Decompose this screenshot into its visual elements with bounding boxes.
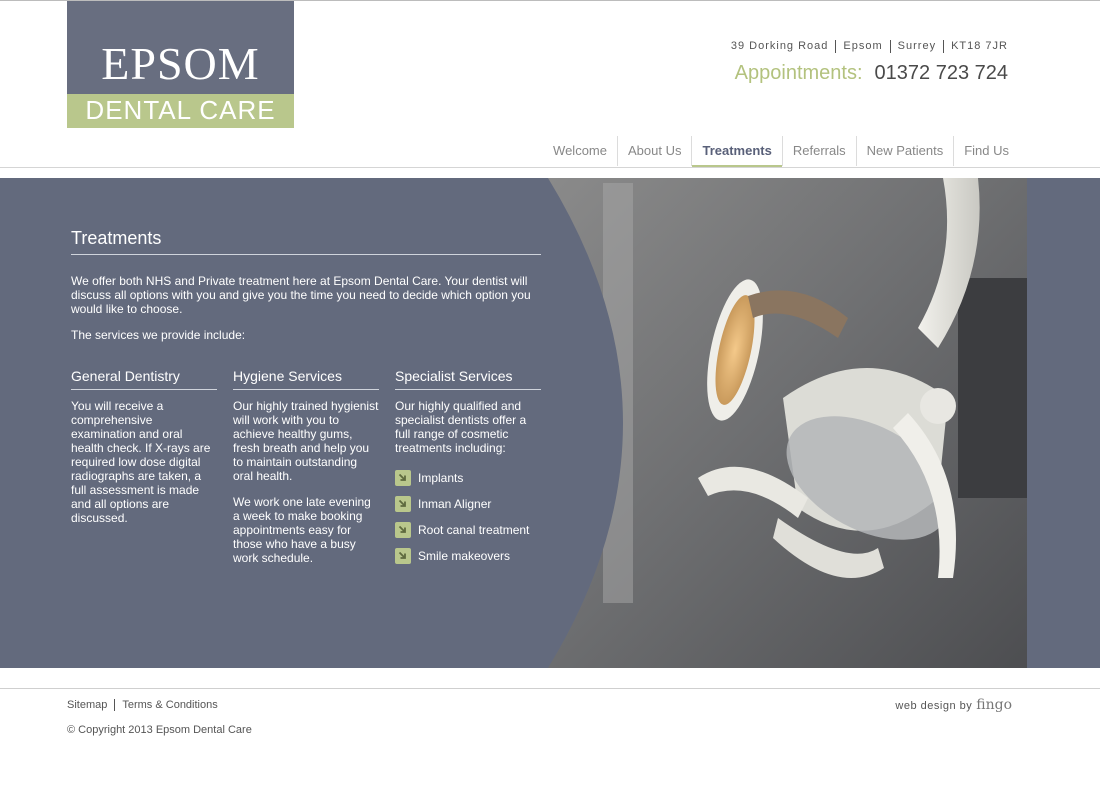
footer-link-sitemap[interactable]: Sitemap: [67, 699, 114, 711]
arrow-down-right-icon: [395, 522, 411, 538]
appointments: Appointments: 01372 723 724: [735, 62, 1008, 85]
nav-item-new-patients[interactable]: New Patients: [855, 136, 954, 166]
list-item-label: Inman Aligner: [418, 497, 492, 511]
logo-name: EPSOM: [101, 38, 260, 89]
list-item[interactable]: Inman Aligner: [395, 491, 541, 517]
column-text: You will receive a comprehensive examina…: [71, 399, 211, 525]
page-title: Treatments: [71, 228, 541, 255]
nav-item-welcome[interactable]: Welcome: [543, 136, 617, 166]
list-item-label: Root canal treatment: [418, 523, 530, 537]
list-item[interactable]: Implants: [395, 465, 541, 491]
main-nav: Welcome About Us Treatments Referrals Ne…: [543, 136, 1019, 168]
arrow-down-right-icon: [395, 470, 411, 486]
web-design-credit[interactable]: web design by fingo: [895, 697, 1012, 713]
credit-label: web design by: [895, 700, 973, 712]
column-heading: Hygiene Services: [233, 368, 379, 390]
cosmetic-treatments-list: Implants Inman Aligner Root canal treatm…: [395, 465, 541, 569]
footer-links: Sitemap Terms & Conditions: [67, 699, 225, 711]
column-text: Our highly qualified and specialist dent…: [395, 399, 527, 455]
column-specialist-services: Specialist Services Our highly qualified…: [395, 368, 541, 569]
address-county: Surrey: [889, 40, 943, 53]
arrow-down-right-icon: [395, 496, 411, 512]
column-text: Our highly trained hygienist will work w…: [233, 399, 379, 483]
column-text: We work one late evening a week to make …: [233, 495, 371, 565]
nav-item-treatments[interactable]: Treatments: [691, 136, 783, 168]
dental-lamp-photo: [548, 178, 1027, 668]
intro-text: We offer both NHS and Private treatment …: [71, 274, 531, 316]
copyright: © Copyright 2013 Epsom Dental Care: [67, 724, 252, 736]
nav-item-find-us[interactable]: Find Us: [953, 136, 1019, 166]
nav-divider: [0, 167, 1100, 168]
appointments-label: Appointments:: [734, 62, 863, 84]
footer-link-terms[interactable]: Terms & Conditions: [114, 699, 224, 711]
credit-brand-logo: fingo: [976, 697, 1012, 713]
address-postcode: KT18 7JR: [943, 40, 1008, 53]
list-item[interactable]: Smile makeovers: [395, 543, 541, 569]
column-hygiene-services: Hygiene Services Our highly trained hygi…: [233, 368, 379, 565]
list-item[interactable]: Root canal treatment: [395, 517, 541, 543]
appointments-phone[interactable]: 01372 723 724: [875, 62, 1008, 85]
address-street: 39 Dorking Road: [730, 40, 829, 52]
column-heading: Specialist Services: [395, 368, 541, 390]
logo[interactable]: EPSOM DENTAL CARE: [67, 1, 294, 128]
logo-subtitle: DENTAL CARE: [85, 95, 276, 125]
address-town: Epsom: [835, 40, 889, 53]
column-heading: General Dentistry: [71, 368, 217, 390]
nav-item-about-us[interactable]: About Us: [617, 136, 691, 166]
arrow-down-right-icon: [395, 548, 411, 564]
address: 39 Dorking Road Epsom Surrey KT18 7JR: [724, 40, 1008, 53]
services-intro: The services we provide include:: [71, 328, 246, 342]
column-general-dentistry: General Dentistry You will receive a com…: [71, 368, 217, 525]
list-item-label: Smile makeovers: [418, 549, 511, 563]
list-item-label: Implants: [418, 471, 464, 485]
nav-item-referrals[interactable]: Referrals: [781, 136, 856, 166]
footer-divider: [0, 688, 1100, 689]
